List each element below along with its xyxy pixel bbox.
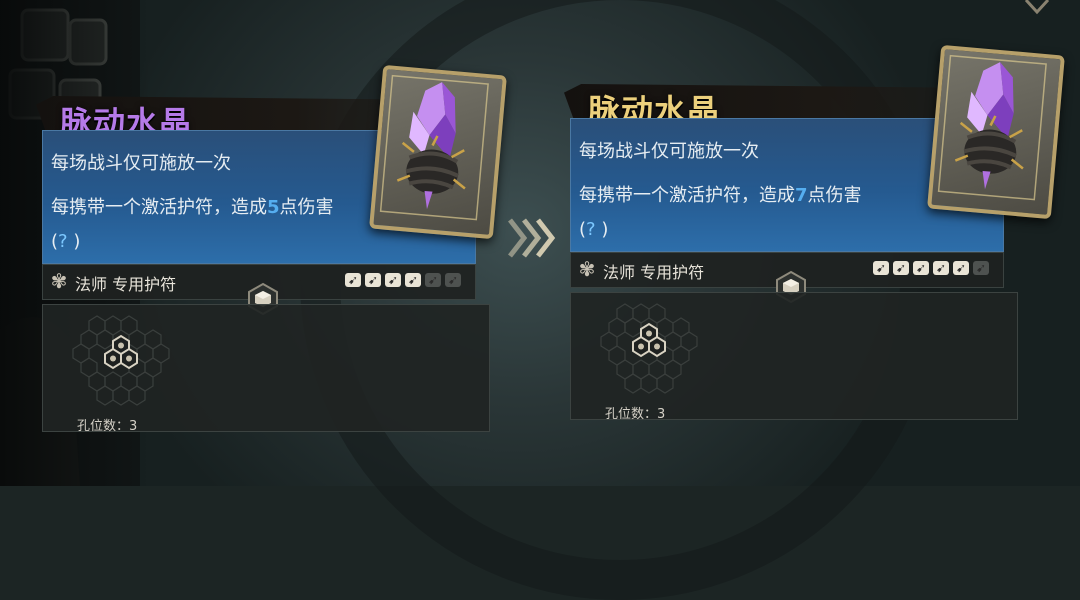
damage-text-prefix: 每携带一个激活护符，造成 [579, 185, 795, 206]
socket-panel: 孔位数：3 [570, 292, 1018, 422]
level-pip-filled: ➹ [385, 273, 401, 287]
class-restriction-label: 法师 专用护符 [603, 263, 705, 282]
level-pip-filled: ➹ [345, 273, 361, 287]
purple-crystal-thorns-icon [937, 54, 1047, 201]
level-pip-filled: ➹ [933, 261, 949, 275]
damage-value: 7 [795, 185, 808, 206]
level-pip-filled: ➹ [405, 273, 421, 287]
level-pip-filled: ➹ [873, 261, 889, 275]
current-talisman-card[interactable]: 脉动水晶 每场战斗仅可施放一次 每携带一个激活护符，造成5点伤害 (? ) ✾ … [36, 64, 507, 436]
class-restriction-label: 法师 专用护符 [75, 275, 177, 294]
damage-value: 5 [267, 197, 280, 218]
level-pip-empty: ➹ [973, 261, 989, 275]
mage-emblem-icon: ✾ [578, 257, 596, 281]
upgraded-talisman-card[interactable]: 脉动水晶 每场战斗仅可施放一次 每携带一个激活护符，造成7点伤害 (? ) ✾ … [564, 44, 1065, 424]
help-question-icon[interactable]: ? [58, 231, 68, 252]
help-paren-close: ) [601, 219, 609, 240]
socket-hex-grid[interactable] [59, 307, 179, 415]
help-paren-close: ) [73, 231, 81, 252]
socket-panel: 孔位数：3 [42, 304, 490, 434]
socket-hex-grid[interactable] [587, 295, 707, 403]
level-pips: ➹ ➹ ➹ ➹ ➹ ➹ [345, 273, 461, 291]
socket-count-label: 孔位数：3 [77, 419, 138, 434]
chevron-right-triple-icon [508, 218, 556, 258]
help-link[interactable]: (? ) [579, 219, 608, 240]
help-paren-open: ( [51, 231, 59, 252]
level-pip-filled: ➹ [953, 261, 969, 275]
level-pip-empty: ➹ [425, 273, 441, 287]
damage-text-suffix: 点伤害 [807, 185, 862, 206]
talisman-artwork [927, 44, 1065, 220]
help-question-icon[interactable]: ? [586, 219, 596, 240]
description-line-2: 每携带一个激活护符，造成5点伤害 [51, 193, 334, 219]
level-pip-empty: ➹ [445, 273, 461, 287]
purple-crystal-thorns-icon [379, 74, 489, 221]
description-line-1: 每场战斗仅可施放一次 [51, 153, 231, 174]
damage-text-suffix: 点伤害 [279, 197, 334, 218]
level-pip-filled: ➹ [365, 273, 381, 287]
mage-emblem-icon: ✾ [50, 269, 68, 293]
help-link[interactable]: (? ) [51, 231, 80, 252]
description-line-1: 每场战斗仅可施放一次 [579, 141, 759, 162]
help-paren-open: ( [579, 219, 587, 240]
damage-text-prefix: 每携带一个激活护符，造成 [51, 197, 267, 218]
level-pip-filled: ➹ [913, 261, 929, 275]
level-pip-filled: ➹ [893, 261, 909, 275]
talisman-artwork [369, 64, 507, 240]
description-line-2: 每携带一个激活护符，造成7点伤害 [579, 181, 862, 207]
corner-ornament-icon [1024, 0, 1050, 15]
socket-count-label: 孔位数：3 [605, 407, 666, 422]
level-pips: ➹ ➹ ➹ ➹ ➹ ➹ [873, 261, 989, 279]
